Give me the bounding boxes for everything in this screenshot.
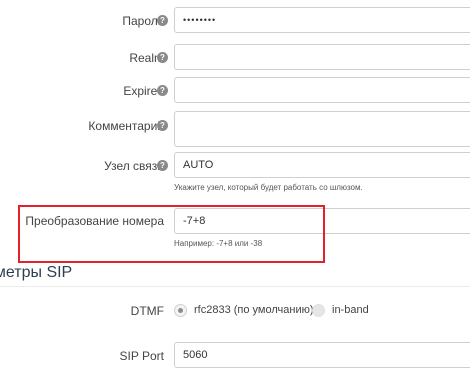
realm-help-icon[interactable]: ?	[157, 52, 168, 63]
gateway-label: Узел связи	[104, 159, 164, 173]
sip-port-input[interactable]: 5060	[174, 342, 470, 368]
expired-input[interactable]	[174, 77, 470, 103]
gateway-help-icon[interactable]: ?	[157, 160, 168, 171]
dtmf-inband-radio[interactable]	[312, 304, 325, 317]
comment-help-icon[interactable]: ?	[157, 120, 168, 131]
comment-textarea[interactable]	[174, 111, 470, 147]
dtmf-inband-label[interactable]: in-band	[332, 304, 369, 316]
password-help-icon[interactable]: ?	[157, 15, 168, 26]
sip-section-title: аметры SIP	[0, 264, 73, 281]
section-divider	[0, 286, 470, 287]
dtmf-rfc2833-label[interactable]: rfc2833 (по умолчанию)	[194, 304, 314, 316]
password-input[interactable]: ••••••••	[174, 7, 470, 33]
comment-label: Комментарий	[88, 119, 164, 133]
highlight-frame	[18, 205, 325, 263]
expired-help-icon[interactable]: ?	[157, 85, 168, 96]
dtmf-rfc2833-radio[interactable]	[174, 304, 187, 317]
gateway-hint: Укажите узел, который будет работать со …	[174, 183, 363, 192]
sip-port-label: SIP Port	[119, 349, 164, 363]
realm-input[interactable]	[174, 44, 470, 70]
dtmf-label: DTMF	[130, 304, 164, 318]
gateway-select[interactable]: AUTO	[174, 152, 470, 178]
